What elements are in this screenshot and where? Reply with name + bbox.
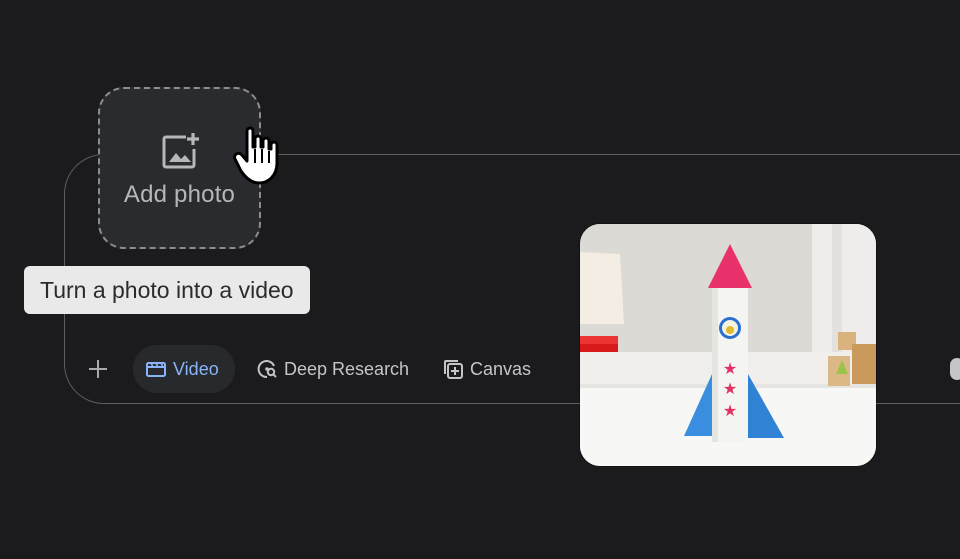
canvas-chip[interactable]: Canvas xyxy=(438,345,535,393)
svg-text:★: ★ xyxy=(723,359,737,378)
hand-cursor-icon xyxy=(233,126,279,185)
app-stage: Add photo Turn a photo into a video Vide… xyxy=(0,0,960,559)
deep-research-chip-label: Deep Research xyxy=(284,358,410,379)
svg-text:★: ★ xyxy=(723,401,737,420)
svg-text:★: ★ xyxy=(723,379,737,398)
rocket-photo-image: ★ ★ ★ xyxy=(580,224,876,466)
video-clapper-icon xyxy=(146,362,166,377)
video-chip[interactable]: Video xyxy=(133,345,235,393)
tooltip: Turn a photo into a video xyxy=(24,266,310,314)
add-photo-icon xyxy=(162,133,199,169)
plus-icon[interactable] xyxy=(86,357,110,381)
canvas-chip-label: Canvas xyxy=(470,358,532,379)
deep-research-chip[interactable]: Deep Research xyxy=(252,345,413,393)
rocket-photo: ★ ★ ★ xyxy=(580,224,876,466)
video-chip-label: Video xyxy=(173,358,219,379)
add-photo-label: Add photo xyxy=(123,181,236,208)
deep-research-icon xyxy=(257,360,277,379)
microphone-icon[interactable] xyxy=(950,358,960,380)
canvas-icon xyxy=(444,360,463,379)
